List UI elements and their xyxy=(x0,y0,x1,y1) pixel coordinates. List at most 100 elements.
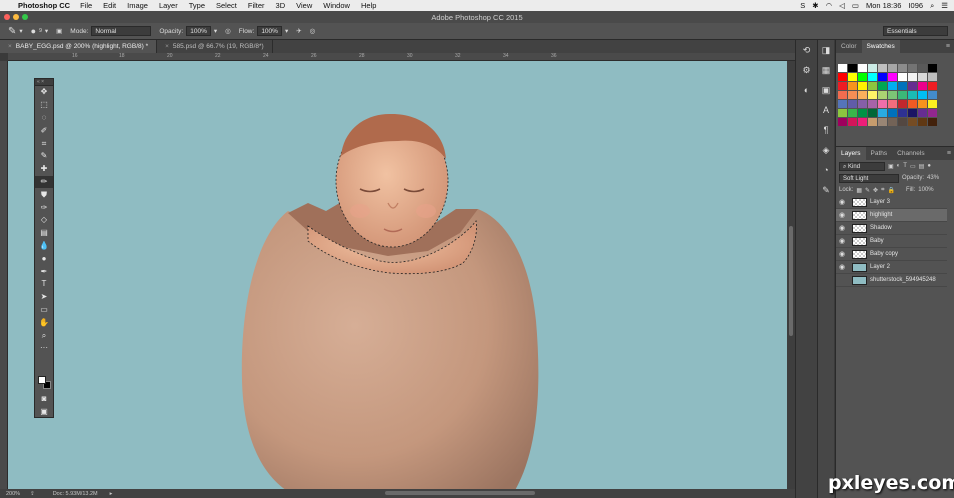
opacity-arrow[interactable]: ▾ xyxy=(214,27,217,35)
tab-color[interactable]: Color xyxy=(836,40,862,53)
blur-tool-icon[interactable]: 💧 xyxy=(35,240,53,253)
color-swatch[interactable] xyxy=(898,109,907,117)
horizontal-ruler[interactable]: 16 18 20 22 24 26 28 30 32 34 36 xyxy=(8,53,795,61)
layer-row[interactable]: ◉ Layer 2 xyxy=(836,261,947,274)
shape-tool-icon[interactable]: ▭ xyxy=(35,304,53,317)
brush-preset-icon[interactable]: ● xyxy=(31,26,36,36)
layer-name[interactable]: Shadow xyxy=(870,225,892,231)
eye-icon[interactable]: ◉ xyxy=(836,237,848,245)
color-swatch[interactable] xyxy=(878,109,887,117)
maximize-icon[interactable] xyxy=(22,14,28,20)
color-swatch[interactable] xyxy=(858,91,867,99)
crop-tool-icon[interactable]: ⌗ xyxy=(35,137,53,150)
zoom-level[interactable]: 200% xyxy=(6,491,20,497)
color-swatch[interactable] xyxy=(928,118,937,126)
brush-tool-icon[interactable]: ✎ xyxy=(8,26,16,37)
path-select-icon[interactable]: ➤ xyxy=(35,291,53,304)
color-swatch[interactable] xyxy=(888,91,897,99)
document-canvas[interactable] xyxy=(8,61,787,489)
color-swatch[interactable] xyxy=(928,73,937,81)
color-swatch[interactable] xyxy=(908,118,917,126)
layer-thumbnail[interactable] xyxy=(852,197,867,207)
menu-file[interactable]: File xyxy=(80,1,92,10)
swatches-panel-icon[interactable]: ▦ xyxy=(818,60,834,80)
color-swatch[interactable] xyxy=(908,109,917,117)
layer-opacity-value[interactable]: 43% xyxy=(927,175,939,181)
scroll-thumb[interactable] xyxy=(789,226,793,336)
color-swatch[interactable] xyxy=(868,91,877,99)
color-swatch[interactable] xyxy=(928,100,937,108)
move-tool-icon[interactable]: ✥ xyxy=(35,86,53,99)
tab-585[interactable]: × 585.psd @ 66.7% (19, RGB/8*) xyxy=(157,40,273,53)
color-swatch[interactable] xyxy=(898,73,907,81)
color-swatch[interactable] xyxy=(858,109,867,117)
color-swatch[interactable] xyxy=(908,100,917,108)
type-tool-icon[interactable]: T xyxy=(35,278,53,291)
close-icon[interactable] xyxy=(4,14,10,20)
horizontal-scroll-thumb[interactable] xyxy=(385,491,535,495)
color-swatch[interactable] xyxy=(868,109,877,117)
color-swatch[interactable] xyxy=(918,64,927,72)
color-swatch[interactable] xyxy=(868,118,877,126)
more-tools-icon[interactable]: ··· xyxy=(35,342,53,355)
layer-row[interactable]: ◉ Layer 3 xyxy=(836,196,947,209)
history-brush-icon[interactable]: ✑ xyxy=(35,201,53,214)
eye-icon[interactable]: ◉ xyxy=(836,224,848,232)
user-name[interactable]: I096 xyxy=(908,1,923,10)
battery-icon[interactable]: ▭ xyxy=(852,1,859,10)
color-swatch[interactable] xyxy=(898,82,907,90)
tab-swatches[interactable]: Swatches xyxy=(861,40,900,53)
kind-filter-select[interactable]: ⌕ Kind xyxy=(839,161,885,171)
properties-icon[interactable]: ⚙ xyxy=(796,60,817,80)
filter-pixel-icon[interactable]: ▣ xyxy=(888,163,894,170)
layer-thumbnail[interactable] xyxy=(852,262,867,272)
color-swatch[interactable] xyxy=(838,100,847,108)
color-swatch[interactable] xyxy=(868,73,877,81)
status-menu-arrow[interactable]: ▸ xyxy=(110,491,113,497)
layer-name[interactable]: Baby copy xyxy=(870,251,898,257)
color-swatch[interactable] xyxy=(848,73,857,81)
layer-row[interactable]: shutterstock_594945248 xyxy=(836,274,947,287)
menu-edit[interactable]: Edit xyxy=(103,1,116,10)
color-swatch[interactable] xyxy=(928,64,937,72)
vertical-ruler[interactable] xyxy=(0,61,8,489)
color-swatch[interactable] xyxy=(918,73,927,81)
color-swatch[interactable] xyxy=(928,91,937,99)
clock[interactable]: Mon 18:36 xyxy=(866,1,901,10)
menu-window[interactable]: Window xyxy=(323,1,350,10)
tab-channels[interactable]: Channels xyxy=(892,147,929,160)
color-swatch[interactable] xyxy=(848,91,857,99)
layer-thumbnail[interactable] xyxy=(852,275,867,285)
color-swatch[interactable] xyxy=(888,64,897,72)
color-swatch[interactable] xyxy=(848,109,857,117)
brush-picker-arrow[interactable]: ▾ xyxy=(45,27,48,35)
color-swatch[interactable] xyxy=(848,82,857,90)
layer-row[interactable]: ◉ Baby copy xyxy=(836,248,947,261)
layer-row[interactable]: ◉ Shadow xyxy=(836,222,947,235)
filter-adjustment-icon[interactable]: ◐ xyxy=(897,163,901,169)
color-swatch[interactable] xyxy=(918,91,927,99)
pressure-opacity-icon[interactable]: ◎ xyxy=(225,27,231,35)
layer-name[interactable]: Layer 3 xyxy=(870,199,890,205)
skype-icon[interactable]: S xyxy=(800,1,805,10)
color-swatch[interactable] xyxy=(888,73,897,81)
brush-size[interactable]: 9 xyxy=(39,28,42,34)
panel-menu-icon[interactable]: ≡ xyxy=(947,150,951,157)
color-swatch[interactable] xyxy=(848,64,857,72)
color-swatch[interactable] xyxy=(838,118,847,126)
panel-menu-icon[interactable]: ≡ xyxy=(946,43,950,50)
bluetooth-icon[interactable]: ✱ xyxy=(812,1,818,10)
color-swatch[interactable] xyxy=(928,109,937,117)
color-swatch[interactable] xyxy=(858,64,867,72)
search-icon[interactable]: ⌕ xyxy=(930,1,934,11)
quick-mask-icon[interactable]: ◙ xyxy=(35,393,53,406)
menu-select[interactable]: Select xyxy=(216,1,237,10)
layer-row[interactable]: ◉ highlight xyxy=(836,209,947,222)
color-swatch[interactable] xyxy=(868,82,877,90)
eraser-tool-icon[interactable]: ◇ xyxy=(35,214,53,227)
healing-brush-icon[interactable]: ✚ xyxy=(35,163,53,176)
color-swatch[interactable] xyxy=(888,109,897,117)
color-swatch[interactable] xyxy=(898,100,907,108)
layer-name[interactable]: shutterstock_594945248 xyxy=(870,277,936,283)
paths-icon[interactable]: ✎ xyxy=(818,180,834,200)
